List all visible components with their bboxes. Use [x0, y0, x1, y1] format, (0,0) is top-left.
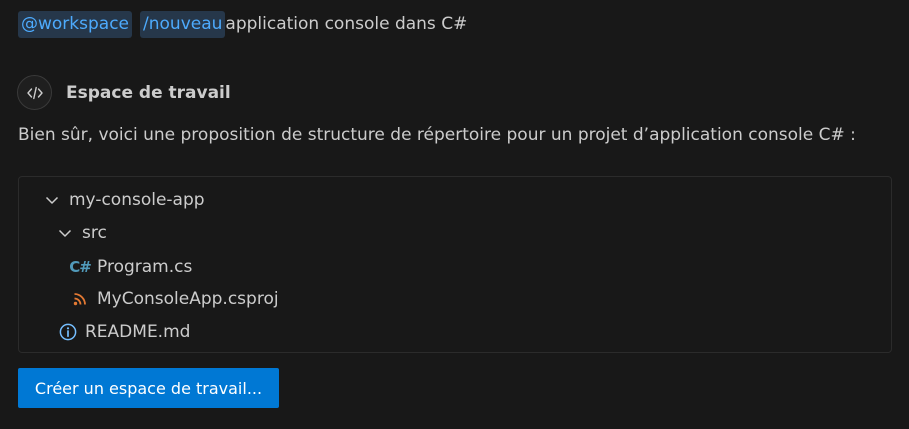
create-workspace-button[interactable]: Créer un espace de travail...: [18, 368, 279, 408]
tree-item-my-console-app[interactable]: my-console-app: [43, 188, 205, 212]
rss-file-icon: [71, 290, 89, 308]
csharp-file-icon: C#: [69, 258, 92, 276]
workspace-mention[interactable]: @workspace: [18, 10, 133, 38]
chat-panel: @workspace /nouveau application console …: [0, 0, 909, 429]
response-message: Bien sûr, voici une proposition de struc…: [18, 125, 856, 145]
code-icon: [17, 75, 52, 110]
tree-item-label: Program.cs: [97, 257, 193, 277]
tree-item-myconsoleapp-csproj[interactable]: MyConsoleApp.csproj: [71, 287, 279, 311]
info-icon: [59, 323, 77, 341]
user-query: @workspace /nouveau application console …: [18, 10, 467, 38]
tree-item-label: README.md: [85, 322, 191, 342]
query-text: application console dans C#: [225, 14, 468, 34]
agent-name: Espace de travail: [66, 82, 231, 103]
file-tree: my-console-app src C# Program.cs MyConso…: [18, 176, 892, 353]
tree-item-src[interactable]: src: [56, 221, 107, 245]
chevron-down-icon[interactable]: [56, 224, 74, 242]
tree-item-label: my-console-app: [69, 190, 205, 210]
tree-item-program-cs[interactable]: C# Program.cs: [69, 255, 193, 279]
tree-item-label: MyConsoleApp.csproj: [97, 289, 279, 309]
chevron-down-icon[interactable]: [43, 191, 61, 209]
command-mention[interactable]: /nouveau: [140, 10, 226, 38]
tree-item-label: src: [82, 223, 107, 243]
agent-header: Espace de travail: [17, 75, 231, 110]
tree-item-readme-md[interactable]: README.md: [59, 320, 190, 344]
